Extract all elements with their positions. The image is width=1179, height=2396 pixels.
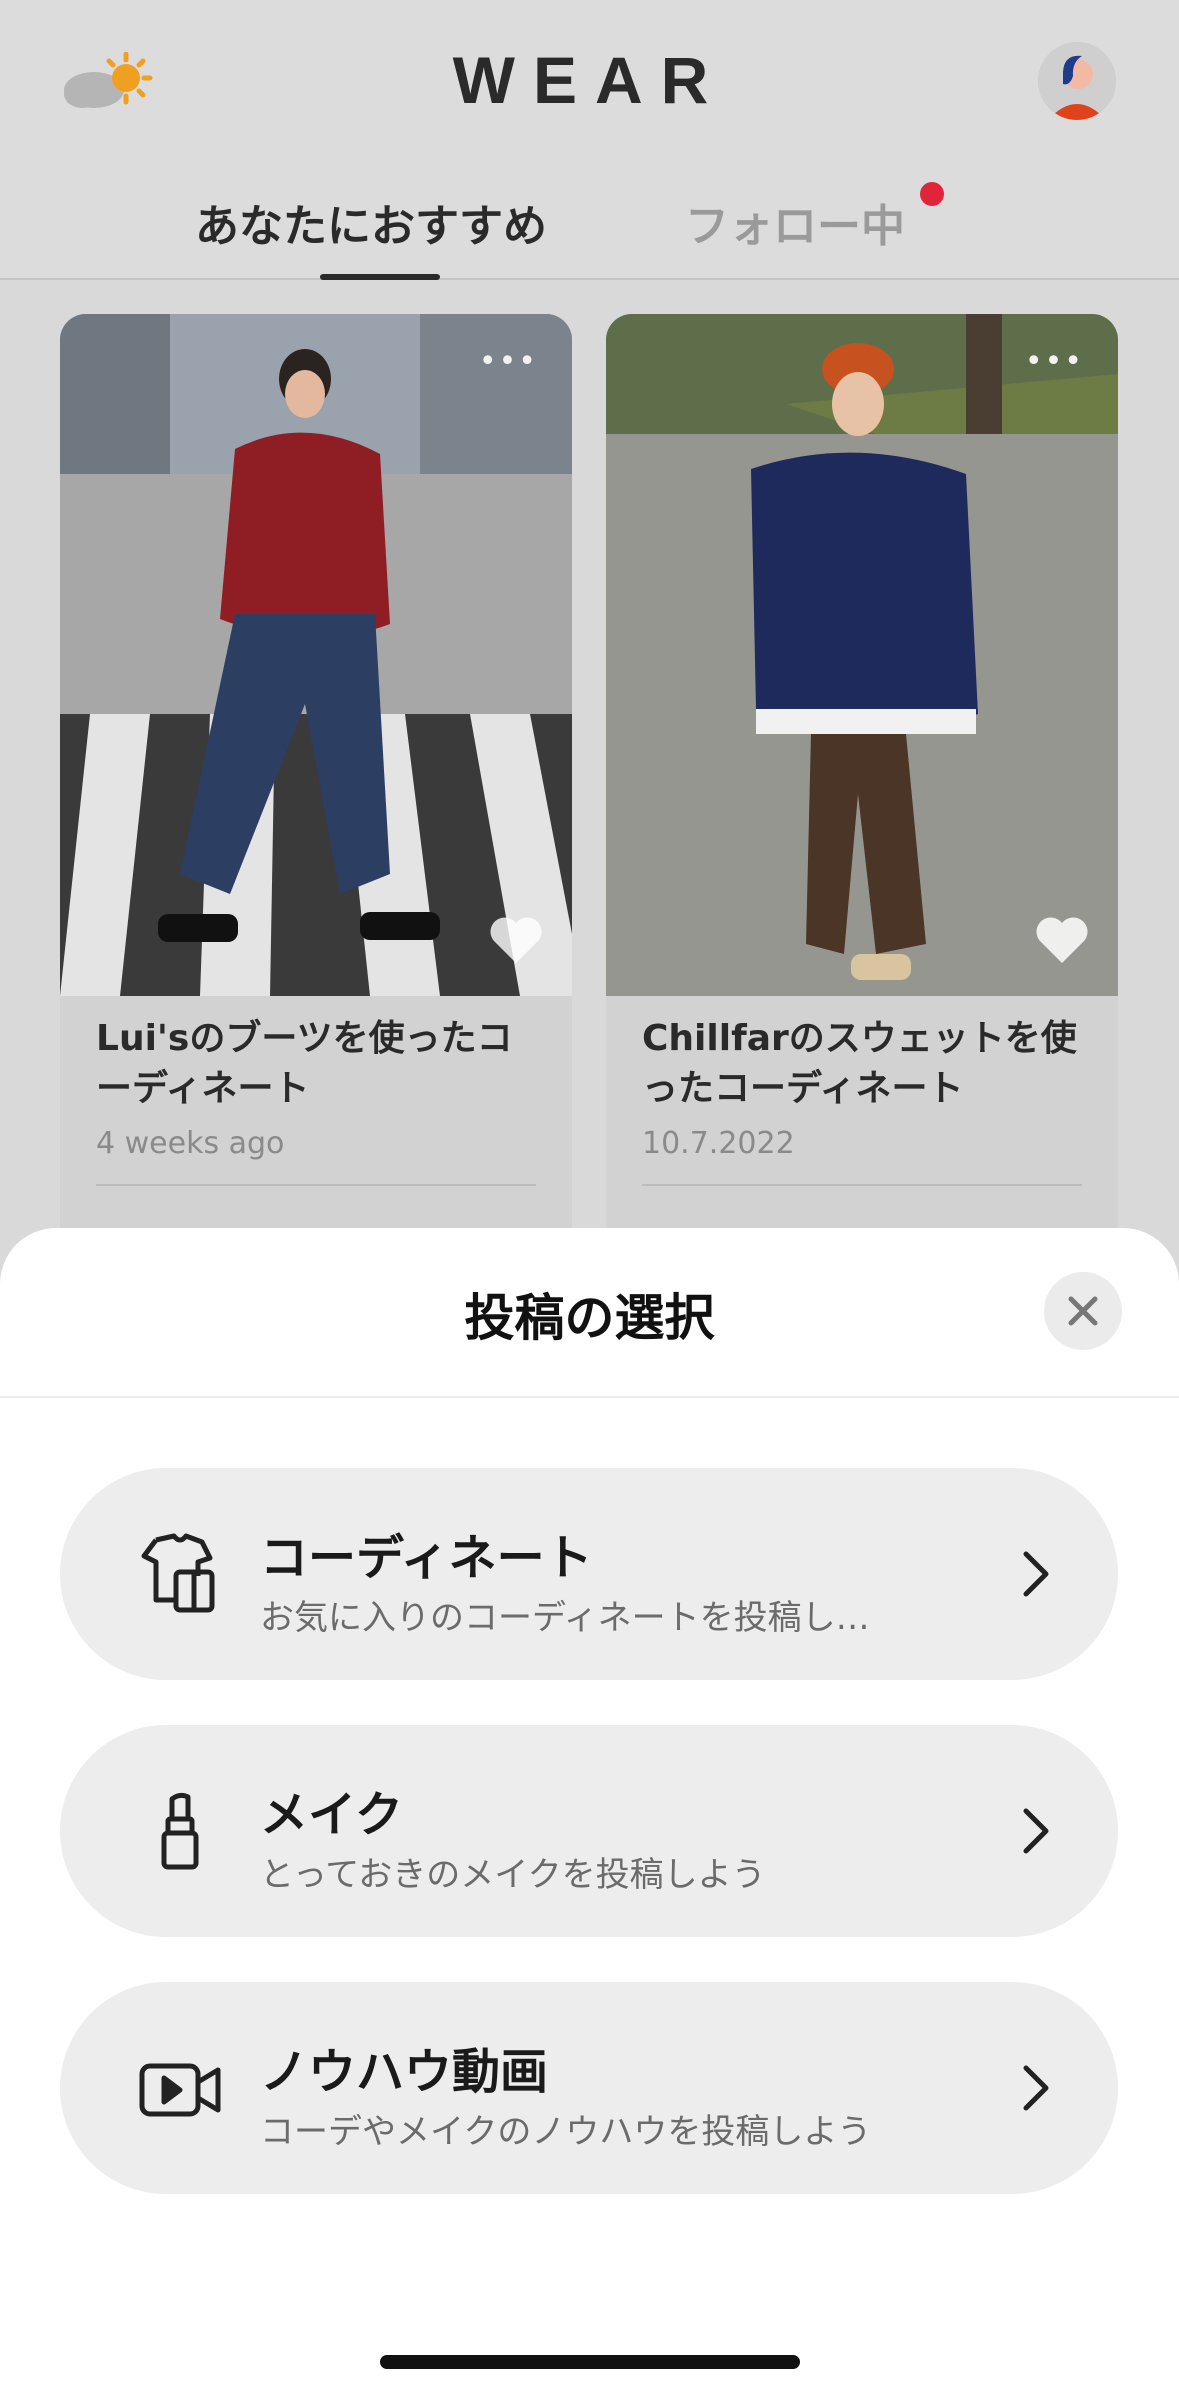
card-date: 4 weeks ago bbox=[96, 1126, 285, 1161]
outfit-photo[interactable] bbox=[606, 314, 1118, 996]
card-title: Lui'sのブーツを使ったコーディネート bbox=[96, 1018, 513, 1109]
chevron-right-icon bbox=[1016, 1548, 1056, 1600]
option-subtitle: お気に入りのコーディネートを投稿し… bbox=[260, 1598, 870, 1638]
clothing-icon bbox=[136, 1530, 224, 1618]
chevron-right-icon bbox=[1016, 2062, 1056, 2114]
more-options-icon[interactable]: ••• bbox=[479, 344, 538, 379]
option-subtitle: とっておきのメイクを投稿しよう bbox=[260, 1855, 766, 1895]
lipstick-icon bbox=[136, 1787, 224, 1875]
post-type-sheet: 投稿の選択 コーディネート お気に入りのコーディネートを投稿し… メイク とって… bbox=[0, 1228, 1179, 2396]
sheet-title: 投稿の選択 bbox=[464, 1289, 715, 1347]
feed-tabs: あなたにおすすめ フォロー中 bbox=[0, 170, 1179, 280]
divider bbox=[96, 1184, 536, 1186]
tab-following[interactable]: フォロー中 bbox=[685, 190, 905, 254]
more-options-icon[interactable]: ••• bbox=[1025, 344, 1084, 379]
video-camera-icon bbox=[136, 2044, 224, 2132]
feed-card[interactable]: ••• Chillfarのスウェットを使ったコーディネート 10.7.2022 bbox=[606, 314, 1118, 1254]
chevron-right-icon bbox=[1016, 1805, 1056, 1857]
avatar[interactable] bbox=[1038, 42, 1116, 120]
divider bbox=[0, 1396, 1179, 1398]
card-title: Chillfarのスウェットを使ったコーディネート bbox=[642, 1018, 1077, 1109]
option-howto-video[interactable]: ノウハウ動画 コーデやメイクのノウハウを投稿しよう bbox=[60, 1982, 1118, 2194]
card-date: 10.7.2022 bbox=[642, 1126, 795, 1161]
option-makeup[interactable]: メイク とっておきのメイクを投稿しよう bbox=[60, 1725, 1118, 1937]
close-icon bbox=[1068, 1296, 1098, 1326]
divider bbox=[642, 1184, 1082, 1186]
home-indicator[interactable] bbox=[380, 2355, 800, 2369]
notification-dot bbox=[920, 182, 944, 206]
option-title: コーディネート bbox=[260, 1530, 593, 1586]
option-coordinate[interactable]: コーディネート お気に入りのコーディネートを投稿し… bbox=[60, 1468, 1118, 1680]
feed-card[interactable]: ••• Lui'sのブーツを使ったコーディネート 4 weeks ago bbox=[60, 314, 572, 1254]
tab-recommended[interactable]: あなたにおすすめ bbox=[195, 190, 547, 254]
option-subtitle: コーデやメイクのノウハウを投稿しよう bbox=[260, 2112, 872, 2152]
app-logo: WEAR bbox=[452, 43, 727, 117]
outfit-photo[interactable] bbox=[60, 314, 572, 996]
close-button[interactable] bbox=[1044, 1272, 1122, 1350]
option-title: ノウハウ動画 bbox=[260, 2044, 549, 2100]
heart-icon[interactable] bbox=[486, 910, 546, 966]
app-header: WEAR bbox=[0, 0, 1179, 170]
heart-icon[interactable] bbox=[1032, 910, 1092, 966]
option-title: メイク bbox=[260, 1787, 404, 1843]
active-tab-indicator bbox=[320, 274, 440, 280]
